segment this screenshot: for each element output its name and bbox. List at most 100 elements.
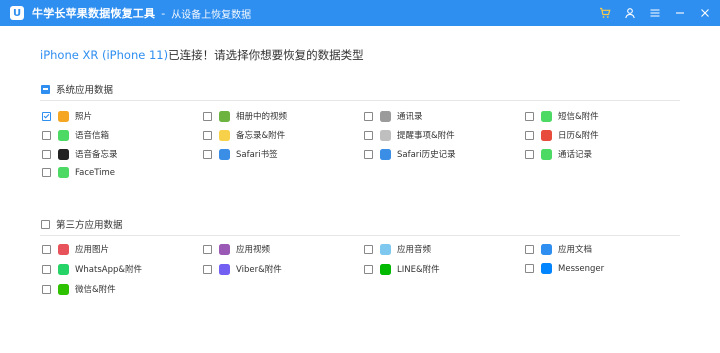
data-type-checkbox[interactable] [525,244,534,254]
voice-memos-icon [58,148,69,160]
data-type-item[interactable]: WhatsApp&附件 [42,263,142,275]
data-type-item[interactable]: 照片 [42,110,92,122]
data-type-item[interactable]: 应用视频 [203,243,270,255]
data-type-label: 应用视频 [236,245,271,255]
data-type-item[interactable]: Safari历史记录 [364,148,456,160]
data-type-checkbox[interactable] [42,130,51,140]
data-type-checkbox[interactable] [203,149,212,159]
video-album-icon [219,110,230,122]
data-type-item[interactable]: 应用图片 [42,243,109,255]
page-title: iPhone XR (iPhone 11)已连接！请选择你想要恢复的数据类型 [40,47,364,63]
section-third-party-apps[interactable]: 第三方应用数据 [41,217,123,231]
data-type-checkbox[interactable] [42,264,51,274]
close-icon[interactable] [694,2,716,24]
data-type-checkbox[interactable] [525,111,534,121]
data-type-label: 照片 [75,112,93,122]
data-type-item[interactable]: 日历&附件 [525,129,599,141]
data-type-label: 相册中的视频 [236,112,288,122]
data-type-item[interactable]: 应用文档 [525,243,592,255]
phone-icon [541,148,552,160]
window-controls [591,0,716,26]
safari-icon [219,148,230,160]
section-system-checkbox[interactable] [41,84,50,94]
data-type-checkbox[interactable] [42,244,51,254]
messenger-icon [541,263,552,274]
data-type-label: 短信&附件 [558,112,599,122]
data-type-checkbox[interactable] [364,130,373,140]
data-type-label: WhatsApp&附件 [75,265,142,275]
data-type-checkbox[interactable] [364,111,373,121]
data-type-label: 语音备忘录 [75,150,118,160]
data-type-item[interactable]: 短信&附件 [525,110,599,122]
section-third-party-checkbox[interactable] [41,219,50,229]
data-type-item[interactable]: Safari书签 [203,148,278,160]
data-type-label: 提醒事项&附件 [397,131,455,141]
data-type-item[interactable]: 通讯录 [364,110,423,122]
data-type-checkbox[interactable] [203,264,212,274]
data-type-label: FaceTime [75,167,116,178]
data-type-label: Safari历史记录 [397,150,456,160]
app-videos-icon [219,243,230,255]
reminders-icon [380,129,391,141]
data-type-item[interactable]: 备忘录&附件 [203,129,285,141]
data-type-checkbox[interactable] [525,264,534,273]
app-audio-icon [380,243,391,255]
cart-icon[interactable] [594,2,616,24]
breadcrumb: 从设备上恢复数据 [171,9,252,21]
data-type-checkbox[interactable] [364,264,373,274]
data-type-item[interactable]: Messenger [525,263,604,274]
data-type-checkbox[interactable] [364,244,373,254]
data-type-label: 通讯录 [397,112,423,122]
calendar-icon [541,129,552,141]
data-type-label: 应用图片 [75,245,110,255]
app-name: 牛学长苹果数据恢复工具 [32,7,156,20]
section-divider [40,100,680,101]
data-type-item[interactable]: FaceTime [42,167,115,178]
data-type-label: 微信&附件 [75,285,116,295]
section-system-apps[interactable]: 系统应用数据 [41,82,113,96]
photos-icon [58,110,69,122]
section-third-party-label: 第三方应用数据 [56,220,123,231]
minimize-icon[interactable] [669,2,691,24]
data-type-item[interactable]: 语音备忘录 [42,148,118,160]
data-type-checkbox[interactable] [42,111,51,121]
contacts-icon [380,110,391,122]
facetime-icon [58,167,69,178]
data-type-label: 备忘录&附件 [236,131,286,141]
data-type-label: 通话记录 [558,150,593,160]
data-type-label: 日历&附件 [558,131,599,141]
data-type-item[interactable]: LINE&附件 [364,263,440,275]
data-type-item[interactable]: 微信&附件 [42,283,116,295]
data-type-checkbox[interactable] [203,130,212,140]
data-type-item[interactable]: 应用音频 [364,243,431,255]
menu-icon[interactable] [644,2,666,24]
app-logo-icon: U [10,6,24,20]
title-bar: U 牛学长苹果数据恢复工具 - 从设备上恢复数据 [0,0,720,26]
app-photos-icon [58,243,69,255]
data-type-checkbox[interactable] [525,130,534,140]
data-type-item[interactable]: 提醒事项&附件 [364,129,455,141]
messages-icon [541,110,552,122]
line-icon [380,263,391,275]
prompt-text: 已连接！请选择你想要恢复的数据类型 [168,48,364,62]
data-type-checkbox[interactable] [42,168,51,177]
data-type-checkbox[interactable] [203,111,212,121]
wechat-icon [58,283,69,295]
data-type-item[interactable]: 相册中的视频 [203,110,287,122]
data-type-item[interactable]: 语音信箱 [42,129,109,141]
notes-icon [219,129,230,141]
section-divider [40,235,680,236]
data-type-checkbox[interactable] [364,149,373,159]
data-type-checkbox[interactable] [525,149,534,159]
safari-history-icon [380,148,391,160]
device-name: iPhone XR (iPhone 11) [40,48,169,62]
data-type-label: Viber&附件 [236,265,282,275]
data-type-label: Safari书签 [236,150,278,160]
data-type-item[interactable]: Viber&附件 [203,263,282,275]
data-type-checkbox[interactable] [203,244,212,254]
data-type-item[interactable]: 通话记录 [525,148,592,160]
user-icon[interactable] [619,2,641,24]
data-type-checkbox[interactable] [42,284,51,294]
data-type-checkbox[interactable] [42,149,51,159]
data-type-label: 语音信箱 [75,131,110,141]
